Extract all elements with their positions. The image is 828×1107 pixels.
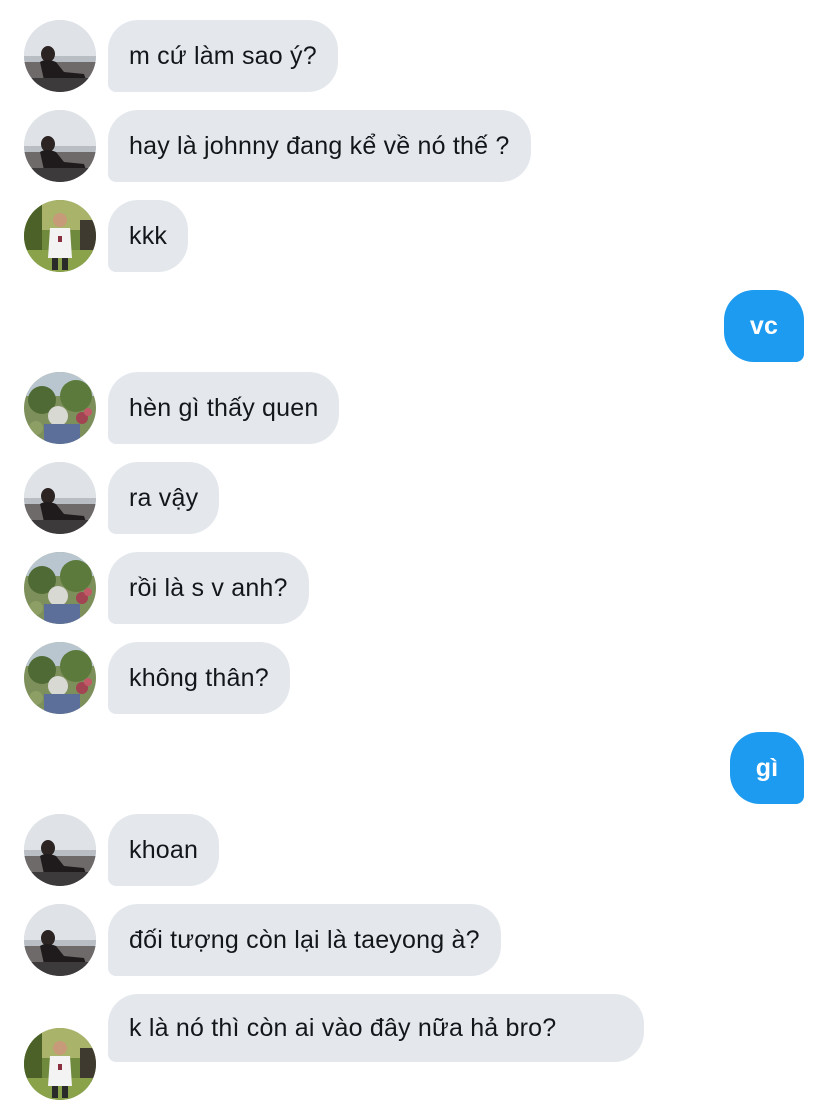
avatar-sitting-by-window[interactable] <box>24 462 96 534</box>
incoming-message-bubble[interactable]: khoan <box>108 814 220 886</box>
outgoing-message-bubble[interactable]: gì <box>730 732 804 804</box>
avatar-sitting-by-window[interactable] <box>24 814 96 886</box>
message-row: gì <box>0 732 828 804</box>
message-row: không thân? <box>0 642 828 714</box>
avatar-person-in-garden[interactable] <box>24 1028 96 1100</box>
message-row: vc <box>0 290 828 362</box>
incoming-message-bubble[interactable]: đối tượng còn lại là taeyong à? <box>108 904 501 976</box>
avatar-sitting-by-window[interactable] <box>24 20 96 92</box>
incoming-message-bubble[interactable]: hay là johnny đang kể về nó thế ? <box>108 110 531 182</box>
message-row: m cứ làm sao ý? <box>0 20 828 92</box>
incoming-message-bubble[interactable]: hèn gì thấy quen <box>108 372 340 444</box>
incoming-message-bubble[interactable]: không thân? <box>108 642 290 714</box>
message-row: đối tượng còn lại là taeyong à? <box>0 904 828 976</box>
message-row: rồi là s v anh? <box>0 552 828 624</box>
incoming-message-bubble[interactable]: rồi là s v anh? <box>108 552 309 624</box>
incoming-message-bubble[interactable]: ra vậy <box>108 462 220 534</box>
incoming-message-bubble[interactable]: k là nó thì còn ai vào đây nữa hả bro? <box>108 994 644 1062</box>
message-row: khoan <box>0 814 828 886</box>
outgoing-message-bubble[interactable]: vc <box>724 290 804 362</box>
avatar-flower-landscape[interactable] <box>24 372 96 444</box>
avatar-flower-landscape[interactable] <box>24 552 96 624</box>
message-row: kkk <box>0 200 828 272</box>
incoming-message-bubble[interactable]: m cứ làm sao ý? <box>108 20 338 92</box>
message-row: ra vậy <box>0 462 828 534</box>
avatar-flower-landscape[interactable] <box>24 642 96 714</box>
message-row: hay là johnny đang kể về nó thế ? <box>0 110 828 182</box>
message-row: hèn gì thấy quen <box>0 372 828 444</box>
avatar-sitting-by-window[interactable] <box>24 110 96 182</box>
message-row: k là nó thì còn ai vào đây nữa hả bro? <box>0 994 828 1100</box>
avatar-sitting-by-window[interactable] <box>24 904 96 976</box>
incoming-message-bubble[interactable]: kkk <box>108 200 189 272</box>
avatar-person-in-garden[interactable] <box>24 200 96 272</box>
